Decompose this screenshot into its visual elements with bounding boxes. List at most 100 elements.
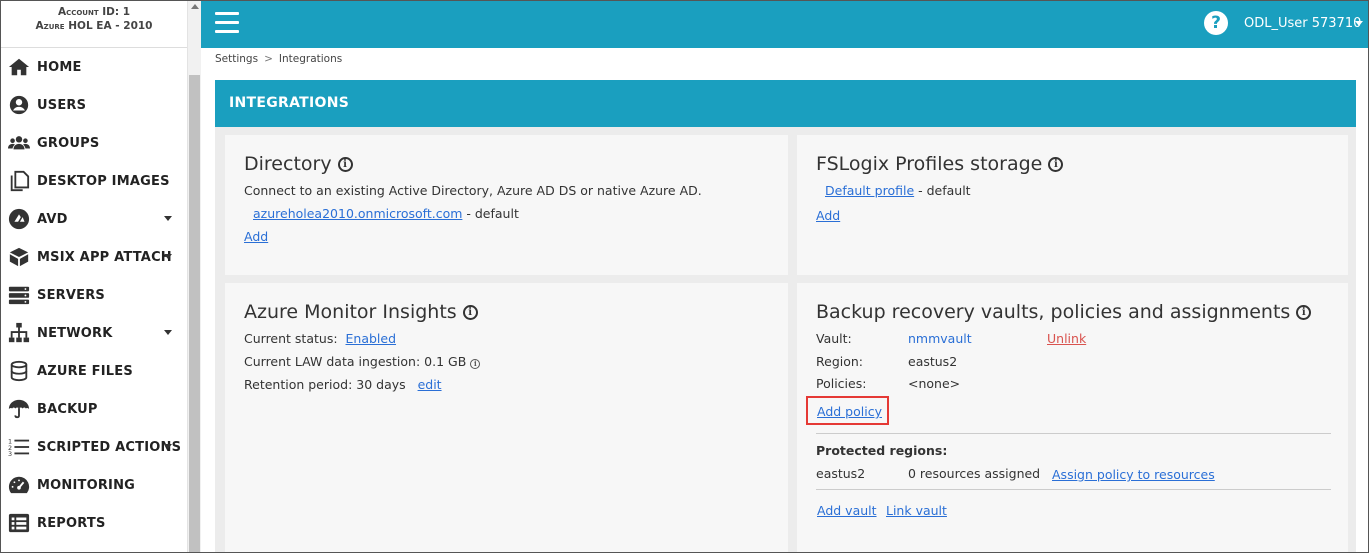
backup-card: Backup recovery vaults, policies and ass… (797, 283, 1348, 552)
sidebar-item-label: AZURE FILES (37, 363, 133, 379)
monitor-retention-row: Retention period: 30 days edit (244, 377, 442, 392)
sidebar-item-label: USERS (37, 97, 87, 113)
directory-add-link[interactable]: Add (244, 229, 268, 244)
sidebar-item-network[interactable]: NETWORK (1, 314, 187, 352)
chevron-down-icon[interactable] (164, 254, 172, 259)
sidebar-item-label: SCRIPTED ACTIONS (37, 439, 182, 455)
sidebar-item-monitoring[interactable]: MONITORING (1, 466, 187, 504)
region-value: eastus2 (908, 354, 958, 369)
sidebar-item-msix-app-attach[interactable]: MSIX APP ATTACH (1, 238, 187, 276)
directory-domain-row: azureholea2010.onmicrosoft.com - default (253, 206, 519, 221)
monitor-ingestion-row: Current LAW data ingestion: 0.1 GB i (244, 354, 481, 369)
page-title: INTEGRATIONS (215, 80, 1356, 127)
link-vault-link[interactable]: Link vault (886, 503, 947, 518)
breadcrumb-separator: > (264, 53, 273, 65)
info-icon[interactable]: i (470, 359, 481, 369)
backup-title: Backup recovery vaults, policies and ass… (816, 301, 1312, 323)
info-icon[interactable]: i (1048, 156, 1064, 172)
chevron-down-icon[interactable] (164, 444, 172, 449)
directory-description: Connect to an existing Active Directory,… (244, 183, 702, 198)
sidebar-item-label: REPORTS (37, 515, 106, 531)
add-vault-link[interactable]: Add vault (817, 503, 877, 518)
integrations-panel: Directory i Connect to an existing Active… (215, 127, 1356, 552)
region-label: Region: (816, 354, 864, 369)
avd-icon (7, 207, 31, 231)
sidebar-item-backup[interactable]: BACKUP (1, 390, 187, 428)
resources-assigned: 0 resources assigned (908, 466, 1041, 481)
divider (816, 433, 1331, 434)
sidebar-item-reports[interactable]: REPORTS (1, 504, 187, 542)
list-ol-icon: 123 (7, 435, 31, 459)
breadcrumb: Settings > Integrations (201, 48, 1368, 73)
sidebar-item-azure-files[interactable]: AZURE FILES (1, 352, 187, 390)
breadcrumb-current: Integrations (278, 53, 343, 65)
account-info: Account ID: 1 Azure HOL EA - 2010 (1, 1, 187, 48)
box-icon (7, 245, 31, 269)
add-policy-link[interactable]: Add policy (817, 404, 882, 419)
fslogix-title: FSLogix Profiles storage i (816, 153, 1064, 175)
monitor-status-row: Current status: Enabled (244, 331, 397, 346)
sidebar-item-label: HOME (37, 59, 82, 75)
sidebar-item-users[interactable]: USERS (1, 86, 187, 124)
gauge-icon (7, 473, 31, 497)
breadcrumb-settings[interactable]: Settings (215, 53, 258, 65)
home-icon (7, 55, 31, 79)
chevron-down-icon[interactable] (1355, 21, 1363, 26)
monitor-title: Azure Monitor Insights i (244, 301, 478, 323)
top-bar: ? ODL_User 573710 (201, 1, 1368, 48)
monitor-edit-link[interactable]: edit (418, 377, 442, 392)
sidebar-item-scripted-actions[interactable]: 1 2 3 SCRIPTED ACTIONS (1, 428, 187, 466)
divider (816, 489, 1331, 490)
copy-icon (7, 169, 31, 193)
protected-regions-title: Protected regions: (816, 443, 948, 458)
assign-policy-link[interactable]: Assign policy to resources (1052, 467, 1215, 482)
help-icon[interactable]: ? (1204, 11, 1228, 35)
sidebar-item-label: DESKTOP IMAGES (37, 173, 170, 189)
scrollbar-thumb[interactable] (189, 75, 200, 552)
user-icon (7, 93, 31, 117)
directory-card: Directory i Connect to an existing Active… (225, 135, 788, 275)
sidebar-item-label: MSIX APP ATTACH (37, 249, 172, 265)
sidebar-item-desktop-images[interactable]: DESKTOP IMAGES (1, 162, 187, 200)
monitor-card: Azure Monitor Insights i Current status: … (225, 283, 788, 552)
database-icon (7, 359, 31, 383)
sidebar-item-label: MONITORING (37, 477, 136, 493)
protected-region: eastus2 (816, 466, 866, 481)
fslogix-card: FSLogix Profiles storage i Default profil… (797, 135, 1348, 275)
main-content: INTEGRATIONS Directory i Connect to an ex… (201, 73, 1368, 552)
sidebar-item-label: SERVERS (37, 287, 105, 303)
vault-label: Vault: (816, 331, 852, 346)
sidebar-item-servers[interactable]: SERVERS (1, 276, 187, 314)
default-profile-link[interactable]: Default profile (825, 183, 914, 198)
vault-link[interactable]: nmmvault (908, 331, 972, 346)
sidebar: Account ID: 1 Azure HOL EA - 2010 HOME US… (1, 1, 201, 552)
user-menu[interactable]: ODL_User 573710 (1244, 16, 1361, 31)
sidebar-item-label: GROUPS (37, 135, 100, 151)
servers-icon (7, 283, 31, 307)
groups-icon (7, 131, 31, 155)
scroll-up-arrow-icon[interactable] (191, 4, 199, 9)
directory-title: Directory i (244, 153, 353, 175)
unlink-link[interactable]: Unlink (1047, 331, 1086, 346)
directory-domain-link[interactable]: azureholea2010.onmicrosoft.com (253, 206, 462, 221)
fslogix-profile-suffix: - default (914, 183, 971, 198)
sidebar-nav: HOME USERS GROUPS DESKTOP IMAGES AVD MSIX APP… (1, 48, 187, 542)
policies-value: <none> (908, 376, 961, 391)
app-window: Account ID: 1 Azure HOL EA - 2010 HOME US… (0, 0, 1369, 553)
sidebar-item-avd[interactable]: AVD (1, 200, 187, 238)
info-icon[interactable]: i (1296, 304, 1312, 320)
monitor-status-link[interactable]: Enabled (346, 331, 397, 346)
umbrella-icon (7, 397, 31, 421)
report-icon (7, 511, 31, 535)
hamburger-menu-icon[interactable] (215, 12, 239, 34)
chevron-down-icon[interactable] (164, 216, 172, 221)
info-icon[interactable]: i (337, 156, 353, 172)
info-icon[interactable]: i (462, 304, 478, 320)
sidebar-item-home[interactable]: HOME (1, 48, 187, 86)
fslogix-add-link[interactable]: Add (816, 208, 840, 223)
chevron-down-icon[interactable] (164, 330, 172, 335)
sidebar-scrollbar[interactable] (187, 1, 201, 552)
sidebar-item-label: NETWORK (37, 325, 113, 341)
sidebar-item-groups[interactable]: GROUPS (1, 124, 187, 162)
account-id: Account ID: 1 (57, 6, 131, 18)
